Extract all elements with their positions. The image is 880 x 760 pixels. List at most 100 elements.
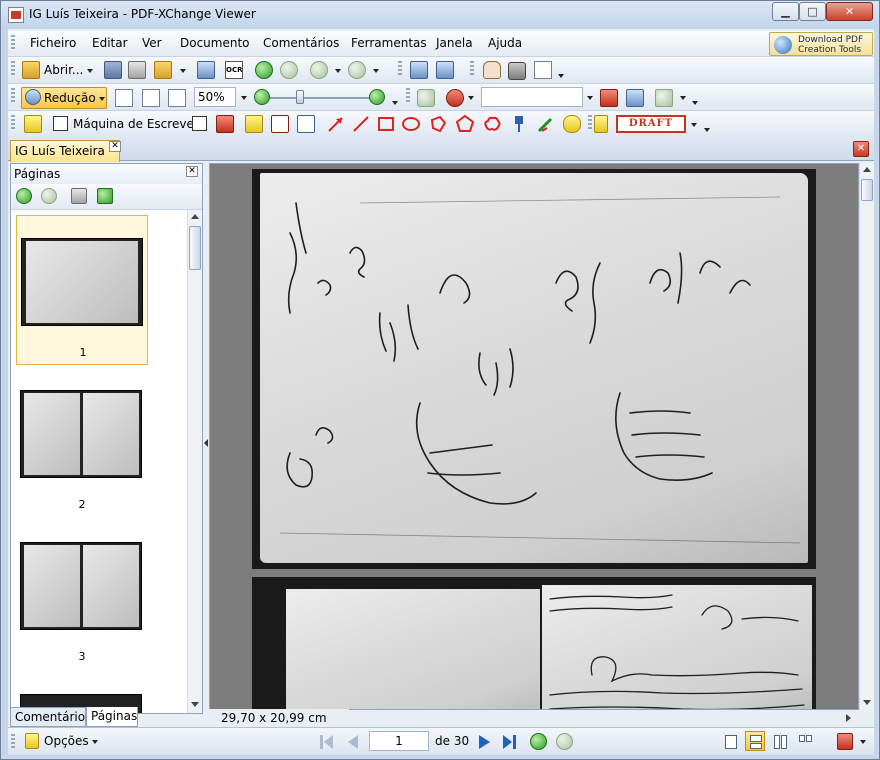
find-binoculars-icon[interactable] <box>417 89 435 107</box>
options-button[interactable]: Opções <box>44 734 89 748</box>
scrollbar-thumb[interactable] <box>189 226 201 270</box>
eraser-icon[interactable] <box>563 115 581 133</box>
callout-icon[interactable] <box>216 115 234 133</box>
scrollbar-thumb[interactable] <box>861 179 873 201</box>
cloud-tool-icon[interactable] <box>482 114 502 134</box>
enlarge-thumbnails-icon[interactable] <box>16 188 32 204</box>
scroll-right-arrow[interactable] <box>846 714 851 722</box>
menu-ficheiro[interactable]: Ficheiro <box>30 36 76 50</box>
undo-dropdown-arrow[interactable] <box>335 69 341 73</box>
highlight-text-icon[interactable] <box>245 115 263 133</box>
export-dropdown-arrow[interactable] <box>860 740 866 744</box>
back-arrow-icon[interactable] <box>255 61 273 79</box>
facing-continuous-view-button[interactable] <box>795 731 815 751</box>
scroll-up-arrow[interactable] <box>191 214 199 219</box>
pencil-tool-icon[interactable] <box>536 114 556 134</box>
thumbnail-page-1[interactable]: 1 <box>16 215 148 365</box>
highlight-dropdown-arrow[interactable] <box>680 96 686 100</box>
current-page-input[interactable]: 1 <box>369 731 429 751</box>
stamp-tool-icon[interactable] <box>594 115 608 133</box>
zoom-slider-track[interactable] <box>270 97 370 99</box>
pentagon-tool-icon[interactable] <box>455 114 475 134</box>
menu-ajuda[interactable]: Ajuda <box>488 36 522 50</box>
spellcheck-icon[interactable] <box>446 89 464 107</box>
underline-icon[interactable] <box>297 115 315 133</box>
line-tool-icon[interactable] <box>351 114 371 134</box>
undo-icon[interactable] <box>310 61 328 79</box>
document-view[interactable] <box>209 163 859 710</box>
typewriter-icon[interactable] <box>53 116 68 131</box>
tab-comments[interactable]: Comentários <box>10 707 91 727</box>
send-dropdown-arrow[interactable] <box>180 69 186 73</box>
toolbar-overflow-arrow[interactable] <box>558 74 564 78</box>
rotate-left-icon[interactable] <box>410 61 428 79</box>
options-flag-icon[interactable] <box>25 733 39 749</box>
toolbar-overflow-arrow[interactable] <box>704 128 710 132</box>
open-folder-icon[interactable] <box>22 61 40 79</box>
stamp-dropdown-arrow[interactable] <box>691 123 697 127</box>
spellcheck-dropdown-arrow[interactable] <box>468 96 474 100</box>
thumbnails-scrollbar[interactable] <box>187 210 202 713</box>
find-next-icon[interactable] <box>626 89 644 107</box>
open-dropdown-arrow[interactable] <box>87 69 93 73</box>
menu-documento[interactable]: Documento <box>180 36 250 50</box>
menu-janela[interactable]: Janela <box>436 36 473 50</box>
arrow-tool-icon[interactable] <box>326 114 346 134</box>
toolbar-grip[interactable] <box>11 61 15 77</box>
zoom-level-input[interactable]: 50% <box>194 87 236 107</box>
redo-icon[interactable] <box>348 61 366 79</box>
save-icon[interactable] <box>104 61 122 79</box>
reduce-thumbnails-icon[interactable] <box>41 188 57 204</box>
toolbar-grip[interactable] <box>470 61 474 77</box>
strikeout-icon[interactable] <box>271 115 289 133</box>
download-pdf-tools-button[interactable]: Download PDF Creation Tools <box>769 32 873 56</box>
statusbar-grip[interactable] <box>11 734 15 750</box>
menu-editar[interactable]: Editar <box>92 36 128 50</box>
menu-ferramentas[interactable]: Ferramentas <box>351 36 427 50</box>
pushpin-icon[interactable] <box>509 114 529 134</box>
panel-splitter[interactable] <box>204 429 208 459</box>
toolbar-grip[interactable] <box>11 115 15 131</box>
typewriter-label[interactable]: Máquina de Escrever <box>73 117 199 131</box>
print-icon[interactable] <box>128 61 146 79</box>
scroll-up-arrow[interactable] <box>863 167 871 172</box>
find-previous-icon[interactable] <box>600 89 618 107</box>
scroll-down-arrow[interactable] <box>863 700 871 705</box>
toolbar-grip[interactable] <box>11 88 15 104</box>
thumbnail-page-3[interactable]: 3 <box>16 532 148 672</box>
forward-view-icon[interactable] <box>556 733 573 750</box>
tab-document[interactable]: IG Luís Teixeira ✕ <box>10 140 121 162</box>
open-button-label[interactable]: Abrir... <box>44 63 83 77</box>
facing-view-button[interactable] <box>770 731 790 751</box>
polygon-tool-icon[interactable] <box>428 114 448 134</box>
zoom-level-arrow[interactable] <box>241 96 247 100</box>
stamp-preview[interactable]: DRAFT <box>616 115 686 133</box>
zoom-slider-thumb[interactable] <box>296 90 304 104</box>
menu-ver[interactable]: Ver <box>142 36 162 50</box>
next-page-icon[interactable] <box>477 733 493 751</box>
toolbar-grip[interactable] <box>398 61 402 77</box>
title-bar[interactable]: IG Luís Teixeira - PDF-XChange Viewer ▁ … <box>1 1 879 29</box>
document-vertical-scrollbar[interactable] <box>859 163 874 710</box>
select-text-icon[interactable] <box>534 61 552 79</box>
zoom-in-icon[interactable] <box>369 89 385 105</box>
zoom-out-icon[interactable] <box>254 89 270 105</box>
highlight-filter-icon[interactable] <box>655 89 673 107</box>
toolbar-grip[interactable] <box>588 115 592 131</box>
close-document-icon[interactable]: ✕ <box>853 141 869 157</box>
redo-dropdown-arrow[interactable] <box>373 69 379 73</box>
extract-pages-icon[interactable] <box>97 188 113 204</box>
snapshot-camera-icon[interactable] <box>508 62 526 80</box>
oval-tool-icon[interactable] <box>401 114 421 134</box>
maximize-button[interactable]: □ <box>799 2 826 21</box>
search-dropdown-arrow[interactable] <box>587 96 593 100</box>
zoom-mode-dropdown[interactable]: Redução <box>21 87 107 109</box>
pdf-export-icon[interactable] <box>837 733 853 750</box>
ocr-icon[interactable]: OCR <box>225 61 243 79</box>
last-page-icon[interactable] <box>502 733 518 751</box>
hand-tool-icon[interactable] <box>483 61 501 79</box>
first-page-icon[interactable] <box>318 733 334 751</box>
continuous-view-button[interactable] <box>745 731 765 751</box>
rotate-right-icon[interactable] <box>436 61 454 79</box>
back-view-icon[interactable] <box>530 733 547 750</box>
